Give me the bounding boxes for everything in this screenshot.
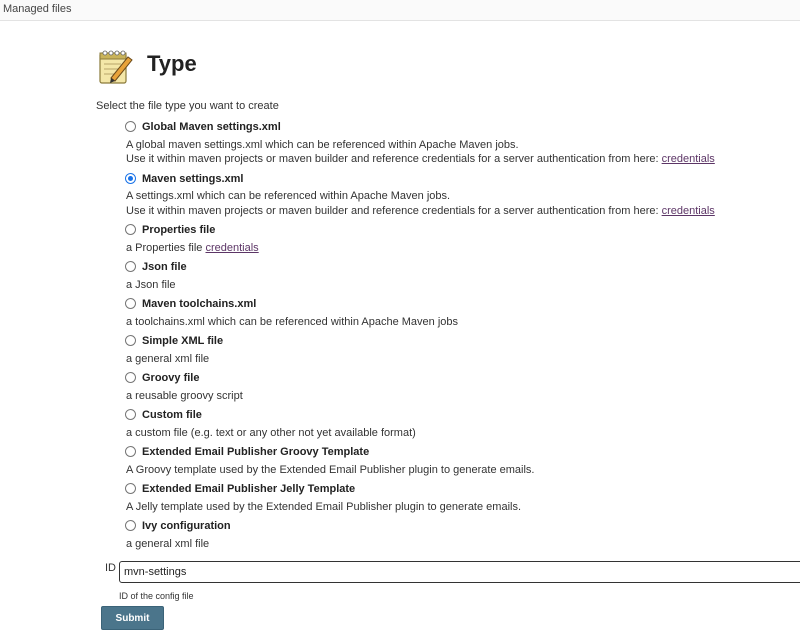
notepad-pencil-icon	[99, 50, 133, 84]
option-label[interactable]: Properties file	[142, 224, 215, 236]
option-description: a general xml file	[126, 353, 210, 365]
radio-custom-file[interactable]	[125, 409, 136, 420]
credentials-link[interactable]: credentials	[662, 205, 715, 217]
radio-global-maven-settings[interactable]	[125, 121, 136, 132]
radio-simple-xml-file[interactable]	[125, 335, 136, 346]
option-description: a custom file (e.g. text or any other no…	[126, 427, 416, 439]
option-description: A Groovy template used by the Extended E…	[126, 464, 535, 476]
radio-email-groovy-template[interactable]	[125, 446, 136, 457]
submit-button[interactable]: Submit	[101, 606, 164, 630]
option-label[interactable]: Ivy configuration	[142, 520, 231, 532]
option-description: A Jelly template used by the Extended Em…	[126, 501, 522, 513]
option-label[interactable]: Json file	[142, 261, 187, 273]
option-label[interactable]: Extended Email Publisher Groovy Template	[142, 446, 369, 458]
option-label[interactable]: Extended Email Publisher Jelly Template	[142, 483, 355, 495]
radio-maven-settings[interactable]	[125, 173, 136, 184]
breadcrumb-managed-files[interactable]: Managed files	[3, 3, 72, 15]
radio-email-jelly-template[interactable]	[125, 483, 136, 494]
option-description-line2: Use it within maven projects or maven bu…	[126, 153, 715, 165]
instruction-text: Select the file type you want to create	[96, 100, 279, 112]
radio-ivy-configuration[interactable]	[125, 520, 136, 531]
option-description: A global maven settings.xml which can be…	[126, 139, 519, 151]
option-label[interactable]: Simple XML file	[142, 335, 223, 347]
option-label[interactable]: Maven toolchains.xml	[142, 298, 256, 310]
option-description: a reusable groovy script	[126, 390, 243, 402]
credentials-link[interactable]: credentials	[205, 242, 258, 254]
option-label[interactable]: Custom file	[142, 409, 202, 421]
id-input[interactable]	[119, 561, 800, 583]
id-field-label: ID	[105, 562, 116, 574]
radio-maven-toolchains[interactable]	[125, 298, 136, 309]
credentials-link[interactable]: credentials	[662, 153, 715, 165]
radio-json-file[interactable]	[125, 261, 136, 272]
radio-properties-file[interactable]	[125, 224, 136, 235]
id-field-help: ID of the config file	[119, 591, 194, 601]
option-description: a toolchains.xml which can be referenced…	[126, 316, 459, 328]
option-description: a Json file	[126, 279, 176, 291]
option-description: A settings.xml which can be referenced w…	[126, 190, 451, 202]
page-title: Type	[147, 51, 197, 76]
top-breadcrumb-bar: Managed files	[0, 0, 800, 21]
option-description: a general xml file	[126, 538, 210, 550]
option-label[interactable]: Groovy file	[142, 372, 199, 384]
option-description: a Properties file credentials	[126, 242, 259, 254]
option-description-line2: Use it within maven projects or maven bu…	[126, 205, 715, 217]
option-label[interactable]: Global Maven settings.xml	[142, 121, 281, 133]
radio-groovy-file[interactable]	[125, 372, 136, 383]
option-label[interactable]: Maven settings.xml	[142, 173, 243, 185]
